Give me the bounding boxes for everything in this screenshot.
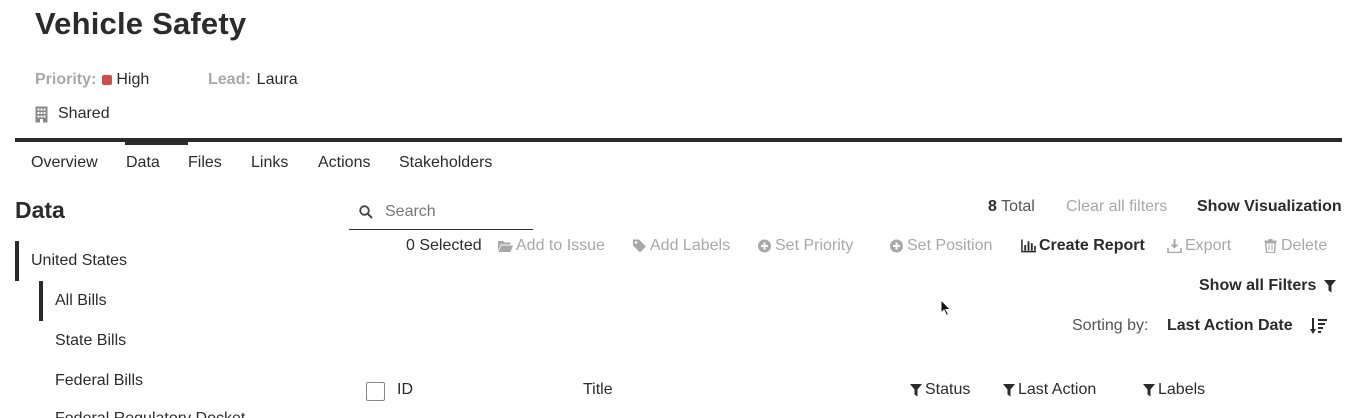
sidebar-item-state-bills[interactable]: State Bills <box>55 332 126 350</box>
tab-overview[interactable]: Overview <box>31 154 98 172</box>
clear-filters-button[interactable]: Clear all filters <box>1066 198 1167 216</box>
add-labels-label: Add Labels <box>650 237 731 254</box>
folder-open-icon <box>498 241 513 252</box>
column-header-last-action[interactable]: Last Action <box>1003 381 1096 399</box>
show-visualization-button[interactable]: Show Visualization <box>1197 198 1342 216</box>
lead-meta: Lead: Laura <box>208 71 298 89</box>
total-label: Total <box>1001 198 1035 215</box>
show-all-filters-label: Show all Filters <box>1199 277 1317 294</box>
trash-icon <box>1264 239 1277 253</box>
set-priority-button[interactable]: Set Priority <box>757 237 853 255</box>
total-count: 8 <box>988 198 997 215</box>
search-icon <box>359 204 373 219</box>
priority-label: Priority: <box>35 71 97 88</box>
priority-value: High <box>116 71 150 88</box>
sidebar-item-united-states[interactable]: United States <box>31 252 127 270</box>
column-header-status[interactable]: Status <box>910 381 970 399</box>
selected-count: 0 Selected <box>406 237 482 254</box>
nav-selected-bar <box>15 241 19 281</box>
set-position-label: Set Position <box>907 237 993 254</box>
tag-icon <box>633 239 646 253</box>
bar-chart-icon <box>1021 239 1036 253</box>
filter-icon[interactable] <box>1143 383 1155 397</box>
sorting-label: Sorting by: <box>1072 317 1149 334</box>
column-label: Labels <box>1158 381 1206 398</box>
sorting-dropdown[interactable]: Last Action Date <box>1167 317 1293 335</box>
column-header-id[interactable]: ID <box>397 381 413 399</box>
filter-icon[interactable] <box>1003 383 1015 397</box>
show-all-filters-button[interactable]: Show all Filters <box>1199 277 1337 295</box>
sidebar-item-all-bills[interactable]: All Bills <box>55 292 107 310</box>
building-icon <box>35 106 48 122</box>
mouse-cursor-icon <box>940 299 952 317</box>
sidebar-item-federal-regulatory-docket[interactable]: Federal Regulatory Docket <box>55 410 245 418</box>
column-label: ID <box>397 381 413 398</box>
filter-icon <box>1324 279 1337 292</box>
select-all-checkbox[interactable] <box>366 382 385 401</box>
nav-selected-bar <box>39 281 43 321</box>
plus-circle-icon <box>758 239 771 253</box>
column-label: Last Action <box>1018 381 1097 398</box>
sort-descending-icon[interactable] <box>1310 318 1327 335</box>
tab-data[interactable]: Data <box>126 154 160 172</box>
page-title: Vehicle Safety <box>35 6 247 41</box>
plus-circle-icon <box>890 239 903 253</box>
set-position-button[interactable]: Set Position <box>889 237 992 255</box>
priority-indicator <box>102 75 113 85</box>
column-label: Title <box>583 381 613 398</box>
tab-files[interactable]: Files <box>188 154 222 172</box>
add-labels-button[interactable]: Add Labels <box>632 237 730 255</box>
delete-label: Delete <box>1281 237 1328 254</box>
set-priority-label: Set Priority <box>775 237 854 254</box>
column-label: Status <box>925 381 971 398</box>
column-header-labels[interactable]: Labels <box>1143 381 1205 399</box>
export-label: Export <box>1185 237 1232 254</box>
priority-meta: Priority: High <box>35 71 149 89</box>
add-to-issue-label: Add to Issue <box>516 237 605 254</box>
tab-stakeholders[interactable]: Stakeholders <box>399 154 492 172</box>
active-tab-indicator <box>125 138 188 145</box>
tab-actions[interactable]: Actions <box>318 154 370 172</box>
add-to-issue-button[interactable]: Add to Issue <box>498 237 605 255</box>
tab-links[interactable]: Links <box>251 154 288 172</box>
column-header-title[interactable]: Title <box>583 381 613 399</box>
delete-button[interactable]: Delete <box>1263 237 1327 255</box>
search-box[interactable] <box>349 194 533 230</box>
filter-icon[interactable] <box>910 383 922 397</box>
download-icon <box>1167 239 1182 253</box>
lead-value: Laura <box>256 71 298 88</box>
sidebar-item-federal-bills[interactable]: Federal Bills <box>55 372 143 390</box>
create-report-button[interactable]: Create Report <box>1021 237 1145 255</box>
lead-label: Lead: <box>208 71 251 88</box>
total-count-display: 8 Total <box>988 198 1035 216</box>
visibility-label: Shared <box>58 105 110 122</box>
visibility-indicator: Shared <box>35 105 110 123</box>
export-button[interactable]: Export <box>1167 237 1231 255</box>
create-report-label: Create Report <box>1039 237 1145 254</box>
sidebar-heading: Data <box>15 197 65 223</box>
tab-bar: Overview Data Files Links Actions Stakeh… <box>15 138 1342 180</box>
search-input[interactable] <box>385 202 525 221</box>
